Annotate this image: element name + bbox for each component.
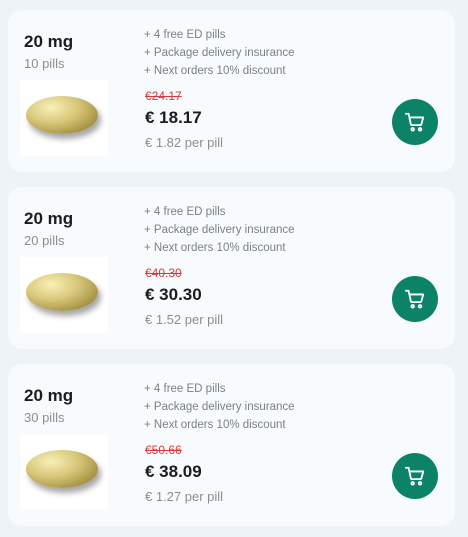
pill-icon [26,450,98,488]
offer-dose: 20 mg [24,32,74,51]
old-price: €50.66 [145,443,182,457]
offer-quantity: 10 pills [24,56,65,71]
perk-item: + Package delivery insurance [144,224,295,236]
offer-price: € 30.30 [145,285,202,304]
offer-price: € 18.17 [145,108,202,127]
add-to-cart-button[interactable] [392,99,438,145]
shopping-cart-icon [404,289,425,309]
pill-image [20,80,108,156]
offer-dose: 20 mg [24,386,74,405]
add-to-cart-button[interactable] [392,276,438,322]
old-price: €24.17 [145,89,182,103]
perk-item: + Package delivery insurance [144,47,295,59]
perks-list: + 4 free ED pills + Package delivery ins… [144,203,295,257]
pill-icon [26,96,98,134]
perk-item: + Next orders 10% discount [144,419,286,431]
offer-price: € 38.09 [145,462,202,481]
perks-list: + 4 free ED pills + Package delivery ins… [144,380,295,434]
old-price: €40.30 [145,266,182,280]
price-per-pill: € 1.82 per pill [145,135,224,150]
pill-image [20,257,108,333]
offer-quantity: 20 pills [24,233,65,248]
shopping-cart-icon [404,466,425,486]
offer-quantity: 30 pills [24,410,65,425]
price-per-pill: € 1.27 per pill [145,489,224,504]
perk-item: + 4 free ED pills [144,29,226,41]
shopping-cart-icon [404,112,425,132]
offer-card: 20 mg 20 pills + 4 free ED pills + Packa… [8,187,455,349]
offer-card: 20 mg 30 pills + 4 free ED pills + Packa… [8,364,455,526]
perk-item: + Next orders 10% discount [144,242,286,254]
pill-icon [26,273,98,311]
pill-image [20,434,108,510]
offer-card: 20 mg 10 pills + 4 free ED pills + Packa… [8,10,455,172]
perks-list: + 4 free ED pills + Package delivery ins… [144,26,295,80]
perk-item: + 4 free ED pills [144,206,226,218]
perk-item: + 4 free ED pills [144,383,226,395]
offer-dose: 20 mg [24,209,74,228]
add-to-cart-button[interactable] [392,453,438,499]
perk-item: + Next orders 10% discount [144,65,286,77]
price-per-pill: € 1.52 per pill [145,312,224,327]
perk-item: + Package delivery insurance [144,401,295,413]
